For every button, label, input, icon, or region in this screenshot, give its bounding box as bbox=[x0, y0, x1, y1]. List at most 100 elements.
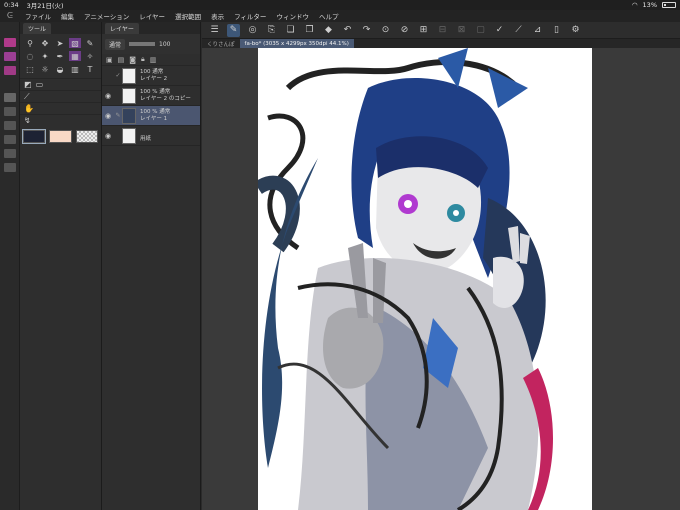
invert-selection-icon[interactable]: ⊘ bbox=[398, 24, 411, 37]
draw-mode-icon[interactable]: ✎ bbox=[227, 23, 240, 37]
zoom-icon[interactable]: ⚲ bbox=[24, 38, 36, 48]
clear-icon[interactable]: ⊟ bbox=[436, 24, 449, 37]
app-logo-icon[interactable]: ᕮ bbox=[0, 11, 20, 21]
fill-icon[interactable]: ◒ bbox=[54, 64, 66, 74]
auto-select-icon[interactable]: ✦ bbox=[39, 51, 51, 61]
color-swatches bbox=[20, 126, 101, 147]
tool-panel: ツール ⚲ ✥ ➤ ▧ ✎ ◌ ✦ ✒ ▦ ✧ ⬚ ☼ ◒ ▥ T ◩ ▭ ⟋ ✋… bbox=[20, 22, 102, 510]
battery-percent: 13% bbox=[642, 1, 657, 9]
battery-icon bbox=[662, 2, 676, 8]
mask-icon[interactable]: ◙ bbox=[129, 56, 136, 64]
sub-color-swatch[interactable] bbox=[49, 130, 72, 143]
color-icon[interactable] bbox=[4, 149, 16, 158]
new-layer-icon[interactable]: ▣ bbox=[106, 56, 113, 64]
clear-outside-icon[interactable]: ⊠ bbox=[455, 24, 468, 37]
document-tab-active[interactable]: fa-bo* (3035 x 4299px 350dpi 44.1%) bbox=[239, 39, 354, 48]
correct-line-icon[interactable]: ↯ bbox=[24, 116, 31, 125]
ruler-icon[interactable]: ⟋ bbox=[24, 92, 30, 102]
crop-icon[interactable]: ▢ bbox=[474, 24, 487, 37]
ruler-snap-icon[interactable]: ⟋ bbox=[512, 24, 525, 37]
blend-icon[interactable]: ☼ bbox=[39, 64, 51, 74]
operation-icon[interactable]: ➤ bbox=[54, 38, 66, 48]
eraser-icon[interactable]: ⬚ bbox=[24, 64, 36, 74]
tab-tool[interactable]: ツール bbox=[23, 22, 52, 34]
paste-icon[interactable]: ❐ bbox=[303, 24, 316, 37]
document-tab[interactable]: くりさんぽ bbox=[202, 39, 240, 48]
gallery-icon[interactable]: ◎ bbox=[246, 24, 259, 37]
main-color-swatch[interactable] bbox=[21, 129, 47, 144]
tool-row: ◩ ▭ bbox=[20, 78, 101, 90]
figure-icon[interactable]: ◩ bbox=[24, 80, 32, 89]
frame-icon[interactable]: ▭ bbox=[36, 80, 44, 89]
eye-icon[interactable]: ◉ bbox=[102, 92, 114, 100]
layer-name: レイヤー 1 bbox=[140, 115, 168, 122]
history-icon[interactable] bbox=[4, 121, 16, 130]
layer-property-icon[interactable] bbox=[4, 135, 16, 144]
blend-mode-select[interactable]: 通常 bbox=[105, 38, 126, 50]
undo-icon[interactable]: ↶ bbox=[341, 24, 354, 37]
lasso-icon[interactable]: ◌ bbox=[24, 51, 36, 61]
menu-edit[interactable]: 編集 bbox=[56, 11, 79, 21]
lock-icon[interactable]: ✓ bbox=[114, 72, 122, 79]
layer-row-active[interactable]: ◉ ✎ 100 % 通常 レイヤー 1 bbox=[102, 106, 200, 126]
layer-row[interactable]: ◉ 用紙 bbox=[102, 126, 200, 146]
menu-window[interactable]: ウィンドウ bbox=[271, 11, 314, 21]
tool-row: ⟋ bbox=[20, 90, 101, 102]
opacity-slider[interactable] bbox=[129, 42, 156, 46]
material-icon[interactable] bbox=[4, 52, 16, 61]
airbrush-icon[interactable]: ✧ bbox=[84, 51, 96, 61]
layer-panel: レイヤー 通常 100 ▣ ▤ ◙ 🔒︎ ▥ ✓ 100 通常 レイヤー 2 ◉ … bbox=[102, 22, 201, 510]
layer-opacity-mode: 100 % 通常 bbox=[140, 88, 171, 95]
drawing-canvas[interactable] bbox=[258, 48, 592, 510]
copy-icon[interactable]: ❏ bbox=[284, 24, 297, 37]
move-icon[interactable]: ✥ bbox=[39, 38, 51, 48]
pen-icon[interactable]: ✒ bbox=[54, 51, 66, 61]
text-icon[interactable]: T bbox=[84, 64, 96, 74]
device-icon[interactable]: ▯ bbox=[550, 24, 563, 37]
eye-icon[interactable]: ◉ bbox=[102, 132, 114, 140]
folder-icon[interactable]: ▤ bbox=[118, 56, 125, 64]
menu-help[interactable]: ヘルプ bbox=[314, 11, 344, 21]
menu-file[interactable]: ファイル bbox=[20, 11, 56, 21]
menu-selection[interactable]: 選択範囲 bbox=[170, 11, 206, 21]
ios-status-bar: 0:34 3月21日(火) ◠ 13% bbox=[0, 0, 680, 10]
document-tabs: くりさんぽ fa-bo* (3035 x 4299px 350dpi 44.1%… bbox=[202, 39, 680, 48]
redo-icon[interactable]: ↷ bbox=[360, 24, 373, 37]
menu-view[interactable]: 表示 bbox=[206, 11, 229, 21]
tool-row: ↯ bbox=[20, 114, 101, 126]
transparent-color-swatch[interactable] bbox=[75, 130, 98, 143]
fill-icon[interactable]: ◆ bbox=[322, 24, 335, 37]
sub-tool-icon[interactable] bbox=[4, 107, 16, 116]
eye-icon[interactable]: ◉ bbox=[102, 112, 114, 120]
navigator-icon[interactable] bbox=[4, 93, 16, 102]
layer-row[interactable]: ✓ 100 通常 レイヤー 2 bbox=[102, 66, 200, 86]
menu-layer[interactable]: レイヤー bbox=[134, 11, 170, 21]
layer-thumbnail bbox=[122, 87, 136, 104]
settings-icon[interactable]: ⚙ bbox=[569, 24, 582, 37]
check-icon[interactable]: ✓ bbox=[493, 24, 506, 37]
selection-icon[interactable]: ▧ bbox=[69, 38, 81, 48]
brush-icon[interactable]: ▦ bbox=[69, 51, 81, 61]
layer-row[interactable]: ◉ 100 % 通常 レイヤー 2 のコピー bbox=[102, 86, 200, 106]
material-icon[interactable] bbox=[4, 66, 16, 75]
deselect-icon[interactable]: ⊙ bbox=[379, 24, 392, 37]
tab-layer[interactable]: レイヤー bbox=[105, 22, 139, 34]
menu-filter[interactable]: フィルター bbox=[229, 11, 271, 21]
material-icon[interactable] bbox=[4, 38, 16, 47]
save-icon[interactable]: ⎘ bbox=[265, 24, 278, 37]
settings-icon[interactable] bbox=[4, 163, 16, 172]
command-bar: ☰ ✎ ◎ ⎘ ❏ ❐ ◆ ↶ ↷ ⊙ ⊘ ⊞ ⊟ ⊠ ▢ ✓ ⟋ ⊿ ▯ ⚙ bbox=[202, 22, 680, 39]
layer-panel-tabs: レイヤー bbox=[102, 22, 200, 34]
tool-panel-tabs: ツール bbox=[20, 22, 101, 34]
status-time: 0:34 bbox=[4, 1, 19, 9]
eyedropper-icon[interactable]: ✎ bbox=[84, 38, 96, 48]
menu-icon[interactable]: ☰ bbox=[208, 24, 221, 37]
perspective-icon[interactable]: ⊿ bbox=[531, 24, 544, 37]
lock-icon[interactable]: 🔒︎ bbox=[141, 55, 145, 64]
trash-icon[interactable]: ▥ bbox=[150, 56, 157, 64]
transform-icon[interactable]: ⊞ bbox=[417, 24, 430, 37]
hand-icon[interactable]: ✋ bbox=[24, 104, 34, 113]
work-area bbox=[202, 48, 680, 510]
gradient-icon[interactable]: ▥ bbox=[69, 64, 81, 74]
menu-animation[interactable]: アニメーション bbox=[79, 11, 134, 21]
